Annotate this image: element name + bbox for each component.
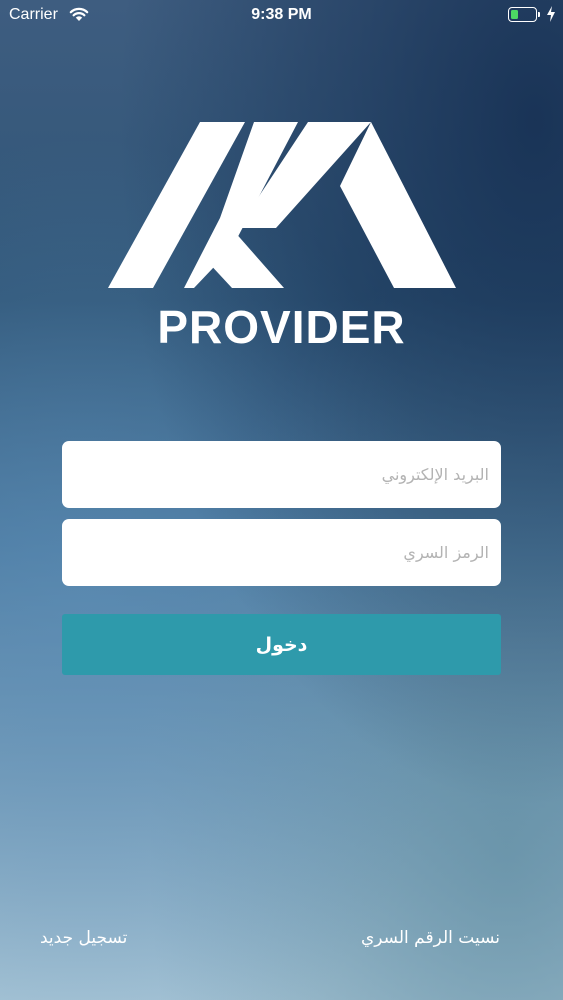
login-button-label: دخول (255, 633, 308, 656)
email-input[interactable] (62, 441, 501, 508)
battery-tip (537, 12, 540, 17)
provider-logo-icon (108, 122, 456, 288)
password-field[interactable] (62, 519, 501, 586)
clock: 9:38 PM (251, 6, 312, 23)
status-bar: Carrier 9:38 PM (0, 0, 563, 30)
register-link[interactable]: تسجيل جديد (40, 928, 127, 948)
charging-bolt-icon (547, 6, 555, 22)
password-input[interactable] (62, 519, 501, 586)
brand-name: PROVIDER (157, 301, 406, 353)
email-field[interactable] (62, 441, 501, 508)
battery-level (511, 10, 519, 19)
battery-icon (508, 7, 540, 22)
login-button[interactable]: دخول (62, 614, 501, 675)
forgot-password-link[interactable]: نسيت الرقم السري (361, 928, 500, 948)
